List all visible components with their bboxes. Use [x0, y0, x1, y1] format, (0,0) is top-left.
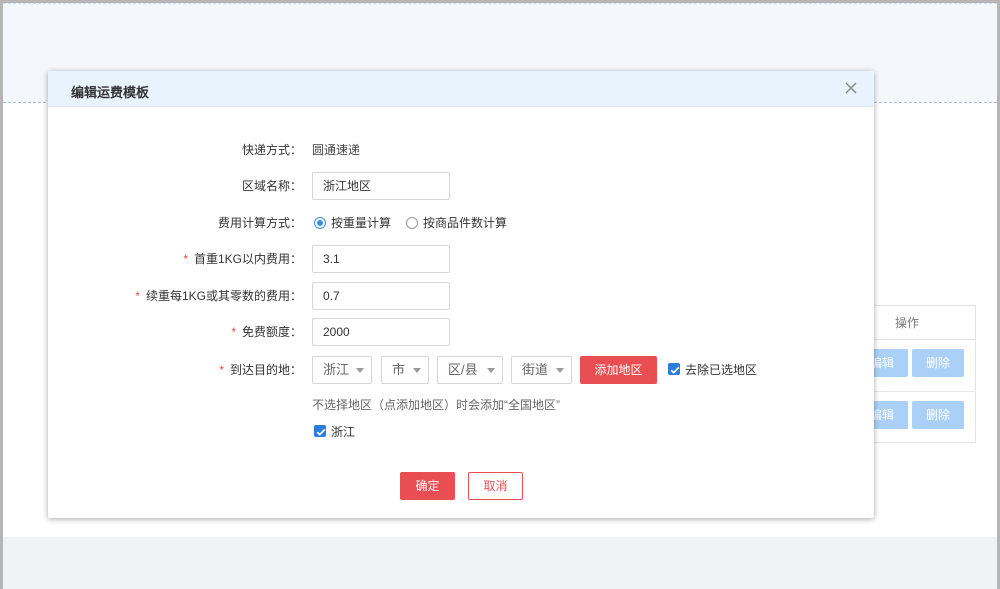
region-hint-text: 不选择地区（点添加地区）时会添加“全国地区”: [312, 398, 560, 412]
free-quota-row: * 免费额度： 2000: [48, 318, 874, 346]
checkmark-icon: [670, 366, 680, 374]
district-select-value: 区/县: [448, 362, 478, 377]
required-mark: *: [231, 325, 236, 339]
remove-selected-checkbox[interactable]: [668, 363, 680, 375]
edit-shipping-template-dialog: 编辑运费模板 快递方式： 圆通速递 区域名称： 浙江地区 费用计算方式： 按重量…: [48, 71, 874, 518]
by-weight-radio[interactable]: [314, 217, 326, 229]
additional-fee-input[interactable]: 0.7: [312, 282, 450, 310]
free-quota-input[interactable]: 2000: [312, 318, 450, 346]
by-item-count-label[interactable]: 按商品件数计算: [423, 209, 507, 237]
fee-calc-label: 费用计算方式：: [217, 216, 302, 230]
remove-selected-label[interactable]: 去除已选地区: [685, 363, 757, 377]
first-weight-fee-row: * 首重1KG以内费用： 3.1: [48, 245, 874, 273]
required-mark: *: [135, 289, 140, 303]
first-weight-fee-input[interactable]: 3.1: [312, 245, 450, 273]
shipping-method-label: 快递方式：: [241, 143, 302, 157]
district-select[interactable]: 区/县: [437, 356, 503, 384]
additional-fee-row: * 续重每1KG或其零数的费用： 0.7: [48, 282, 874, 310]
add-region-button[interactable]: 添加地区: [580, 356, 657, 384]
cancel-button[interactable]: 取消: [468, 472, 523, 500]
free-quota-label: * 免费额度：: [231, 325, 302, 339]
destination-row: * 到达目的地： 浙江 市 区/县 街道 添加地区 去除已选地区: [48, 356, 874, 384]
dialog-header: 编辑运费模板: [48, 71, 874, 107]
required-mark: *: [183, 252, 188, 266]
fee-calc-row: 费用计算方式： 按重量计算 按商品件数计算: [48, 209, 874, 237]
delete-button[interactable]: 删除: [912, 349, 964, 377]
region-name-row: 区域名称： 浙江地区: [48, 172, 874, 200]
region-name-input[interactable]: 浙江地区: [312, 172, 450, 200]
shipping-method-row: 快递方式： 圆通速递: [48, 136, 874, 164]
selected-region-checkbox[interactable]: [314, 425, 326, 437]
province-select[interactable]: 浙江: [312, 356, 372, 384]
required-mark: *: [219, 363, 224, 377]
dialog-title: 编辑运费模板: [71, 85, 150, 100]
chevron-down-icon: [356, 368, 364, 373]
close-icon[interactable]: [842, 79, 860, 97]
city-select[interactable]: 市: [381, 356, 429, 384]
street-select[interactable]: 街道: [511, 356, 572, 384]
street-select-value: 街道: [522, 362, 549, 377]
destination-label: * 到达目的地：: [219, 363, 302, 377]
by-weight-label[interactable]: 按重量计算: [331, 209, 391, 237]
additional-fee-label: * 续重每1KG或其零数的费用：: [135, 289, 302, 303]
checkmark-icon: [316, 428, 326, 436]
background-bottom-panel: [3, 537, 997, 589]
chevron-down-icon: [413, 368, 421, 373]
confirm-button[interactable]: 确定: [400, 472, 455, 500]
region-name-label: 区域名称：: [241, 179, 302, 193]
chevron-down-icon: [487, 368, 495, 373]
chevron-down-icon: [556, 368, 564, 373]
selected-region-label[interactable]: 浙江: [331, 425, 355, 439]
by-item-count-radio[interactable]: [406, 217, 418, 229]
province-select-value: 浙江: [323, 362, 350, 377]
shipping-method-value: 圆通速递: [312, 143, 361, 157]
first-weight-fee-label: * 首重1KG以内费用：: [183, 252, 302, 266]
delete-button[interactable]: 删除: [912, 401, 964, 429]
city-select-value: 市: [392, 362, 406, 377]
